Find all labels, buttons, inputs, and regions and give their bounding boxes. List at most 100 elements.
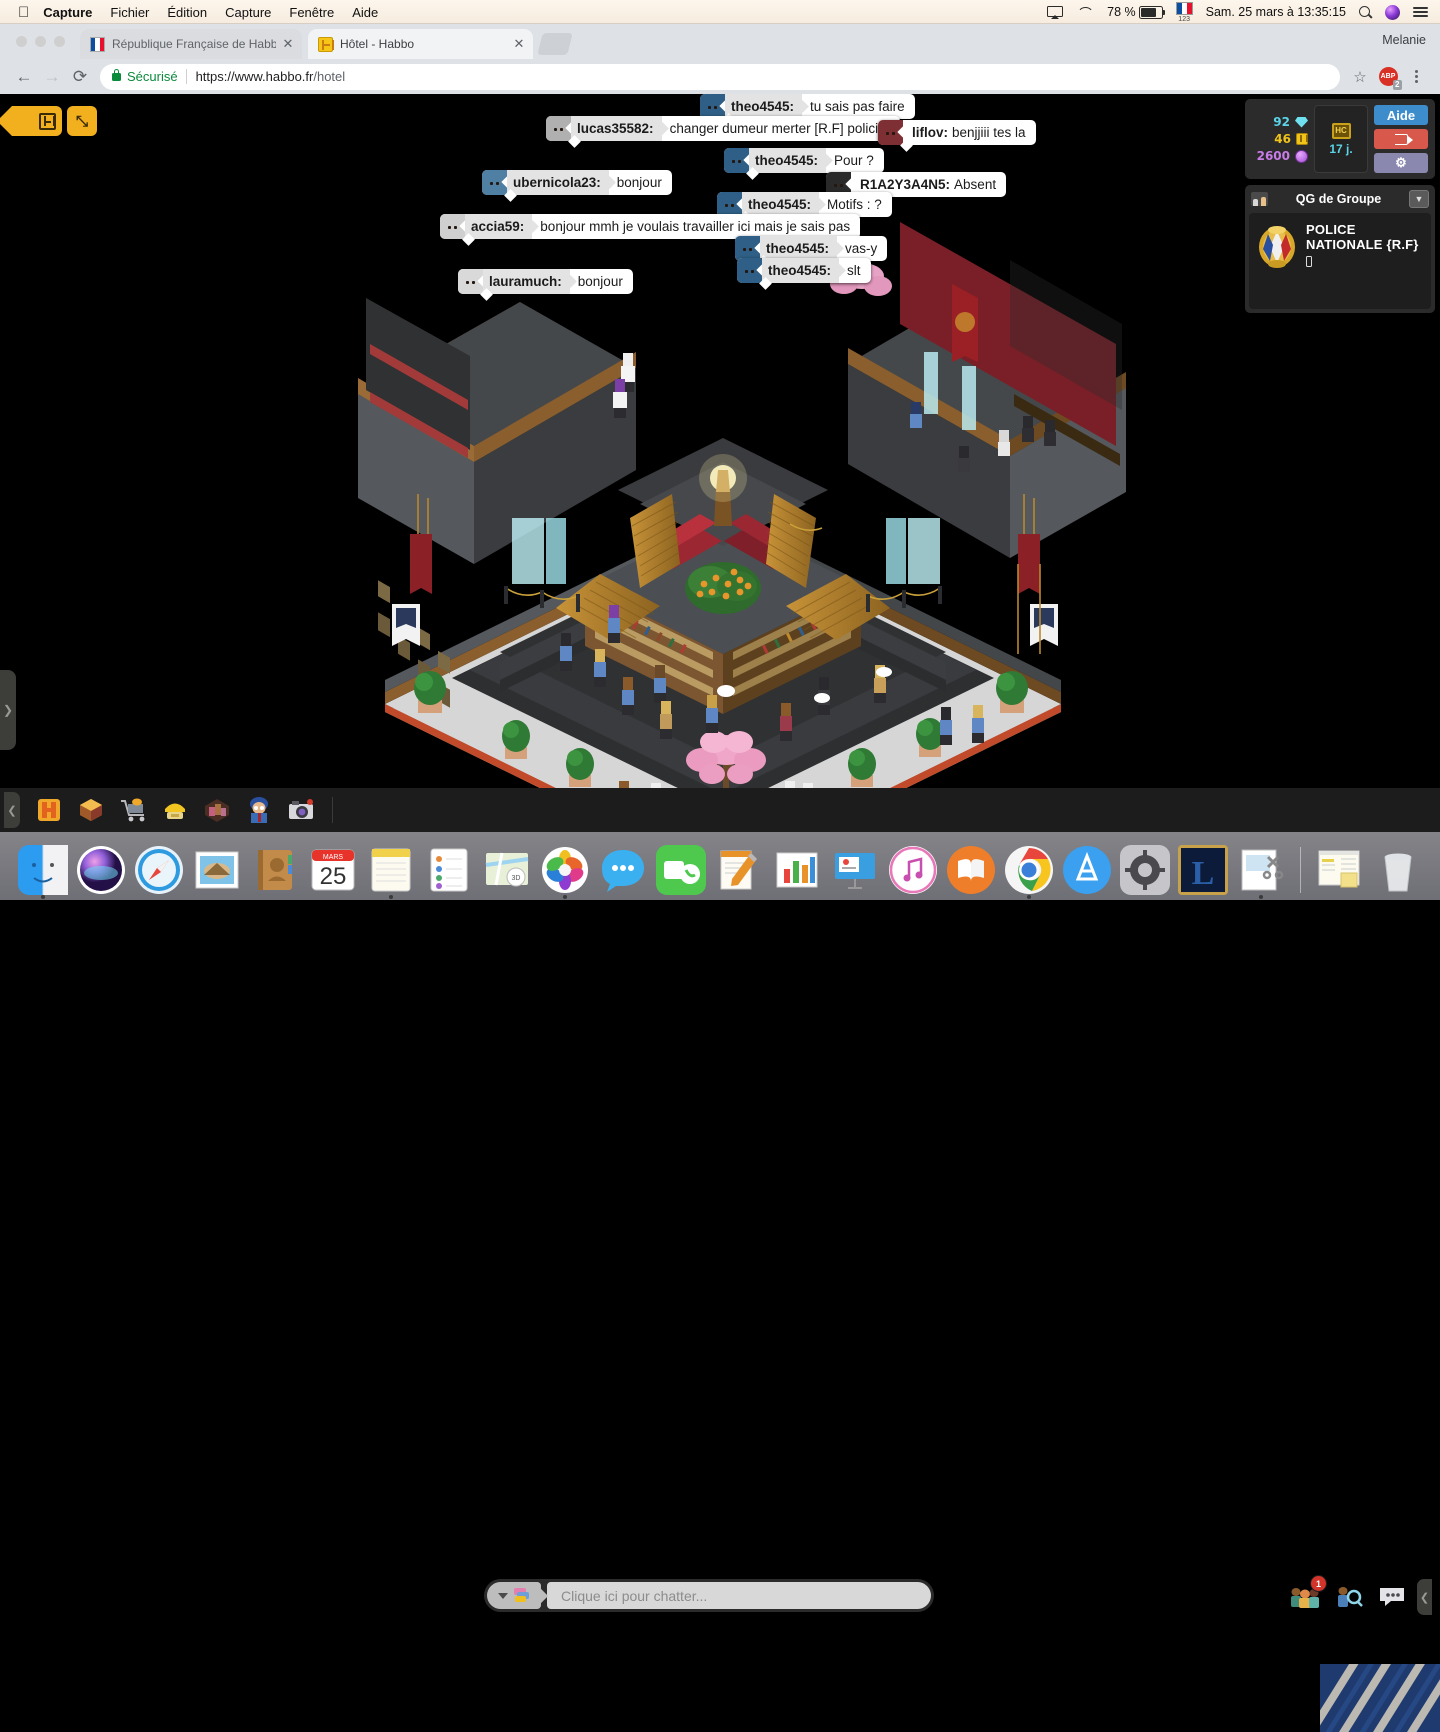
builders-club-icon[interactable]: [156, 792, 194, 828]
ibooks-icon[interactable]: [946, 845, 996, 895]
reload-icon[interactable]: ⟳: [66, 63, 94, 91]
chat-bubble[interactable]: lauramuch: bonjour: [458, 269, 633, 294]
chat-bubble[interactable]: theo4545: slt: [737, 258, 871, 283]
chat-style-selector[interactable]: [487, 1582, 541, 1609]
tab-title: Hôtel - Habbo: [340, 37, 415, 51]
siri-icon[interactable]: [1385, 4, 1400, 20]
camera-icon[interactable]: [282, 792, 320, 828]
siri-icon[interactable]: [76, 845, 126, 895]
chat-message-text: slt: [847, 263, 861, 278]
safari-icon[interactable]: [134, 845, 184, 895]
chat-username-wrap: accia59:: [465, 214, 533, 239]
hc-badge-icon: HC: [1331, 122, 1351, 139]
adblock-extension-icon[interactable]: ABP 2: [1374, 63, 1402, 91]
chat-bubble[interactable]: ubernicola23: bonjour: [482, 170, 672, 195]
inventory-furni-icon[interactable]: [198, 792, 236, 828]
notes-icon[interactable]: [366, 845, 416, 899]
wifi-icon[interactable]: [1077, 6, 1094, 18]
notification-center-icon[interactable]: [1413, 6, 1428, 18]
group-hq-body[interactable]: POLICE NATIONALE {R.F}: [1249, 213, 1431, 309]
friend-search-icon[interactable]: [1329, 1579, 1367, 1615]
battery-status[interactable]: 78 %: [1107, 5, 1166, 19]
menu-item-capture[interactable]: Capture: [225, 5, 271, 20]
habbo-room-canvas[interactable]: ⤡ ❯ 92 46 2600 HC 17 j. Aide ⚙ QG de Gro…: [0, 94, 1440, 788]
chat-username: accia59:: [471, 219, 525, 234]
window-traffic-lights[interactable]: [16, 36, 65, 47]
habbo-logo-icon[interactable]: [30, 792, 68, 828]
reminders-icon[interactable]: [424, 845, 474, 895]
exit-room-button[interactable]: [1374, 129, 1428, 149]
profile-name-label[interactable]: Melanie: [1382, 33, 1426, 47]
diamonds-row[interactable]: 92: [1260, 115, 1308, 129]
appstore-icon[interactable]: [1062, 845, 1112, 895]
credits-amount: 46: [1274, 132, 1291, 146]
chrome-menu-icon[interactable]: [1402, 63, 1430, 91]
room-navigation-controls[interactable]: ⤡: [0, 106, 97, 136]
duckets-row[interactable]: 2600: [1257, 149, 1308, 163]
contacts-icon[interactable]: [250, 845, 300, 895]
chat-bubble[interactable]: theo4545: Pour ?: [724, 148, 884, 173]
maps-icon[interactable]: 3D: [482, 845, 532, 895]
catalogue-cart-icon[interactable]: [114, 792, 152, 828]
back-icon[interactable]: ←: [10, 63, 38, 91]
avatar-profile-icon[interactable]: [240, 792, 278, 828]
facetime-icon[interactable]: [655, 845, 706, 895]
toolbar-collapse-handle[interactable]: ❮: [4, 792, 20, 828]
numbers-icon[interactable]: [772, 845, 822, 895]
chat-bubble[interactable]: liflov: benjjiii tes la: [878, 120, 1036, 145]
preview-icon[interactable]: [1236, 845, 1286, 899]
menu-bar-clock[interactable]: Sam. 25 mars à 13:35:15: [1206, 5, 1346, 19]
chat-bubble[interactable]: lucas35582: changer dumeur merter [R.F] p…: [546, 116, 901, 141]
new-tab-button[interactable]: [537, 33, 573, 55]
left-panel-toggle-handle[interactable]: ❯: [0, 670, 16, 750]
messenger-icon[interactable]: [1373, 1579, 1411, 1615]
menu-item-fenetre[interactable]: Fenêtre: [289, 5, 334, 20]
league-of-legends-icon[interactable]: L: [1177, 845, 1228, 895]
navigator-rooms-icon[interactable]: [72, 792, 110, 828]
browser-tab-hotel-habbo[interactable]: Hôtel - Habbo ✕: [308, 29, 533, 59]
chat-username: lucas35582:: [577, 121, 654, 136]
itunes-icon[interactable]: [888, 845, 938, 895]
chevron-down-icon[interactable]: ▼: [1409, 190, 1429, 208]
system-preferences-icon[interactable]: [1119, 845, 1170, 895]
input-source-icon[interactable]: 123: [1175, 1, 1193, 23]
airplay-icon[interactable]: [1047, 5, 1064, 19]
chat-input-field[interactable]: Clique ici pour chatter...: [547, 1582, 931, 1609]
menu-item-fichier[interactable]: Fichier: [110, 5, 149, 20]
bookmark-star-icon[interactable]: ☆: [1346, 63, 1374, 91]
messages-icon[interactable]: [598, 845, 648, 895]
url-host: https://www.habbo.fr: [195, 69, 314, 84]
fullscreen-button[interactable]: ⤡: [67, 106, 97, 136]
spotlight-search-icon[interactable]: [1359, 5, 1372, 19]
tab-close-icon[interactable]: ✕: [511, 36, 527, 52]
mail-icon[interactable]: [192, 845, 242, 895]
tab-close-icon[interactable]: ✕: [280, 36, 296, 52]
exit-icon: [1394, 133, 1413, 145]
settings-button[interactable]: ⚙: [1374, 153, 1428, 173]
pages-icon[interactable]: [714, 845, 764, 895]
menu-item-capture-app[interactable]: Capture: [43, 5, 92, 20]
stickies-icon[interactable]: [1315, 845, 1365, 895]
trash-icon[interactable]: [1373, 845, 1423, 895]
forward-icon[interactable]: →: [38, 63, 66, 91]
back-to-hotel-button[interactable]: [0, 106, 62, 136]
keynote-icon[interactable]: [830, 845, 880, 895]
finder-icon[interactable]: [17, 845, 68, 899]
chat-input-bar[interactable]: Clique ici pour chatter...: [484, 1579, 934, 1612]
svg-text:3D: 3D: [511, 875, 520, 882]
running-indicator: [388, 895, 393, 899]
menu-item-edition[interactable]: Édition: [167, 5, 207, 20]
habbo-club-panel[interactable]: HC 17 j.: [1314, 105, 1368, 173]
chrome-icon[interactable]: [1004, 845, 1054, 899]
calendar-icon[interactable]: MARS 25: [308, 845, 358, 895]
menu-item-aide[interactable]: Aide: [352, 5, 378, 20]
friends-list-icon[interactable]: 1: [1285, 1575, 1327, 1615]
apple-menu-icon[interactable]: : [18, 5, 29, 20]
help-button[interactable]: Aide: [1374, 105, 1428, 125]
address-bar[interactable]: Sécurisé https://www.habbo.fr /hotel: [100, 63, 1340, 90]
chat-username: ubernicola23:: [513, 175, 601, 190]
browser-tab-republique-francaise[interactable]: République Française de Habb ✕: [80, 29, 302, 59]
credits-row[interactable]: 46: [1261, 132, 1308, 146]
photos-icon[interactable]: [540, 845, 590, 899]
toolbar-right-handle[interactable]: ❮: [1417, 1579, 1432, 1615]
